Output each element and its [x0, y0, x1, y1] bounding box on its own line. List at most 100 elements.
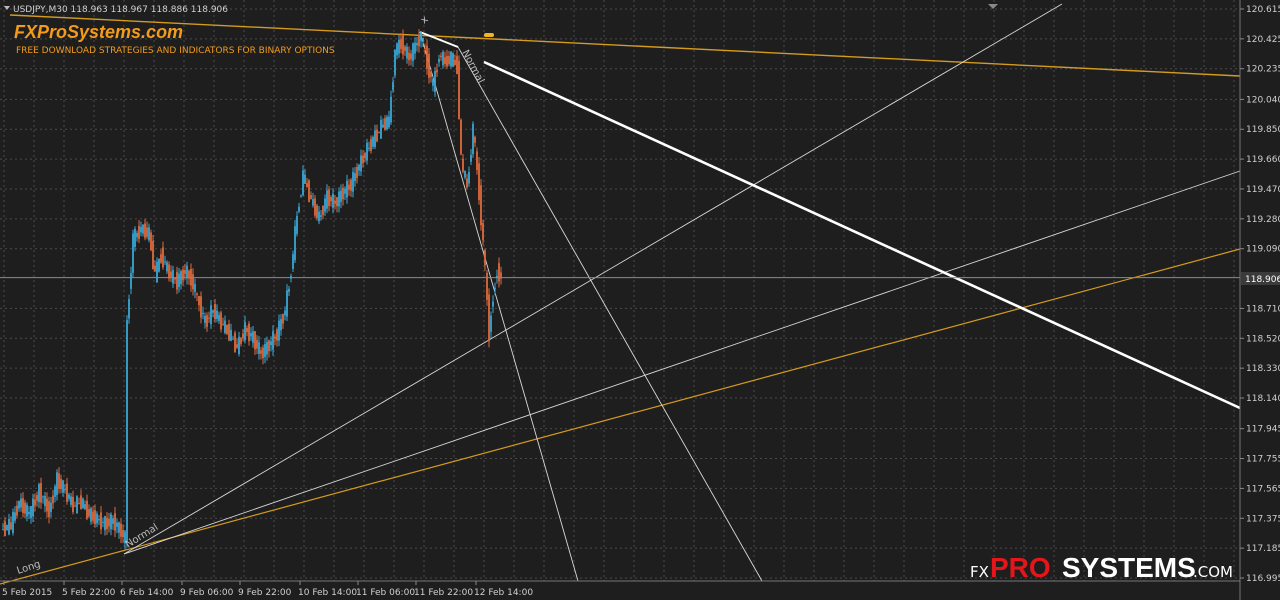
candle-bull — [42, 496, 44, 498]
candle-bear — [4, 521, 6, 536]
candle-bull — [238, 336, 240, 354]
candle-bear — [348, 184, 350, 190]
candle-bull — [84, 504, 86, 509]
candle-bear — [92, 511, 94, 521]
candle-bear — [200, 296, 202, 318]
candle-bear — [460, 119, 462, 155]
candle-bull — [62, 480, 64, 493]
candle-bear — [120, 523, 122, 537]
candle-bull — [250, 333, 252, 337]
candle-bull — [56, 472, 58, 496]
candle-bull — [166, 262, 168, 272]
candle-bear — [46, 498, 48, 512]
candle-bear — [336, 197, 338, 207]
candle-bull — [186, 265, 188, 279]
candle-bear — [404, 46, 406, 51]
candle-bear — [16, 505, 18, 516]
price-tick-label: 120.040 — [1246, 95, 1280, 105]
candle-bear — [52, 495, 54, 504]
candle-bear — [466, 178, 468, 188]
candle-bear — [72, 496, 74, 513]
price-tick-label: 118.330 — [1246, 364, 1280, 374]
candle-bull — [212, 310, 214, 313]
candle-bull — [452, 53, 454, 67]
candle-bear — [162, 247, 164, 268]
candle-bull — [396, 43, 398, 56]
candle-bear — [426, 45, 428, 69]
candle-bull — [372, 137, 374, 147]
candle-bear — [444, 57, 446, 64]
price-tick-label: 119.090 — [1246, 245, 1280, 255]
time-tick-label: 10 Feb 14:00 — [298, 588, 357, 598]
candle-bear — [488, 294, 490, 342]
candle-bull — [438, 58, 440, 63]
candle-bear — [260, 350, 262, 354]
candle-bull — [344, 188, 346, 194]
candle-bull — [304, 174, 306, 185]
candle-bull — [216, 310, 218, 319]
candle-bear — [108, 518, 110, 527]
candle-bull — [492, 301, 494, 307]
candle-bull — [148, 227, 150, 241]
candle-bull — [472, 123, 474, 155]
candle-bull — [414, 42, 416, 54]
candle-bull — [406, 46, 408, 59]
candle-bull — [388, 116, 390, 128]
candle-bear — [308, 180, 310, 202]
candle-bull — [130, 273, 132, 289]
candle-bull — [320, 215, 322, 217]
price-tick-label: 117.755 — [1246, 455, 1280, 465]
time-tick-label: 11 Feb 22:00 — [414, 588, 473, 598]
candle-bull — [374, 130, 376, 147]
candle-bear — [362, 155, 364, 164]
candle-bear — [314, 198, 316, 216]
candle-bull — [20, 498, 22, 508]
candle-bull — [38, 484, 40, 503]
candle-bear — [424, 48, 426, 50]
candle-bull — [232, 338, 234, 340]
candle-bull — [358, 164, 360, 171]
price-tick-label: 117.185 — [1246, 544, 1280, 554]
price-tick-label: 120.615 — [1246, 5, 1280, 15]
candle-bull — [44, 495, 46, 506]
candle-bull — [278, 320, 280, 341]
candle-bull — [340, 190, 342, 202]
candle-bear — [448, 56, 450, 65]
candle-bear — [378, 132, 380, 134]
watermark-prefix: FX — [970, 563, 989, 581]
anchor-marker[interactable] — [484, 33, 494, 37]
candle-bull — [252, 331, 254, 343]
candle-bull — [12, 511, 14, 533]
candle-bear — [376, 129, 378, 142]
candle-bull — [50, 502, 52, 512]
candle-bull — [98, 518, 100, 521]
candle-bull — [178, 273, 180, 288]
candle-bear — [328, 189, 330, 206]
price-tick-label: 118.140 — [1246, 394, 1280, 404]
candle-bear — [248, 323, 250, 342]
candle-bull — [422, 37, 424, 41]
candle-bull — [28, 512, 30, 515]
candle-bear — [146, 227, 148, 237]
chart-background — [0, 0, 1280, 600]
candle-bull — [470, 154, 472, 162]
candle-bull — [96, 513, 98, 524]
candle-bear — [446, 55, 448, 67]
candle-bull — [136, 233, 138, 238]
candle-bull — [54, 486, 56, 497]
candle-bear — [484, 250, 486, 265]
candle-bear — [400, 39, 402, 49]
candle-bull — [2, 529, 4, 531]
candle-bear — [428, 53, 430, 78]
candle-bull — [360, 155, 362, 172]
candle-bear — [58, 473, 60, 489]
candle-bear — [152, 240, 154, 270]
candle-bull — [270, 341, 272, 346]
candle-bull — [172, 270, 174, 284]
candle-bear — [384, 118, 386, 130]
candle-bear — [436, 69, 438, 73]
candle-bull — [8, 519, 10, 535]
candle-bull — [368, 147, 370, 149]
candle-bear — [78, 503, 80, 505]
candle-bear — [94, 510, 96, 525]
